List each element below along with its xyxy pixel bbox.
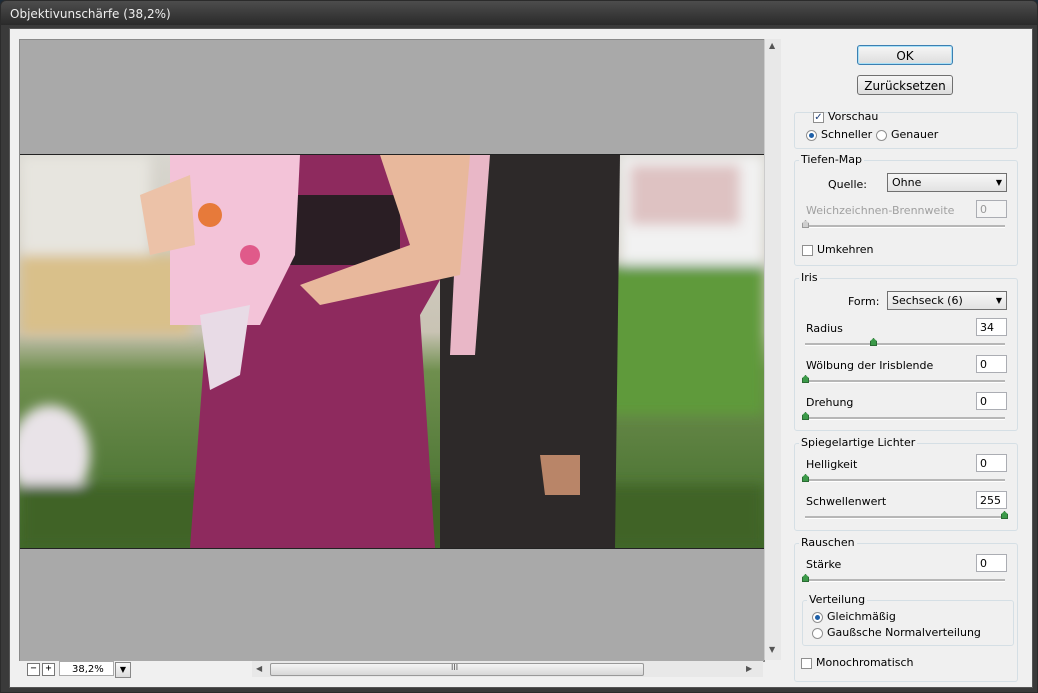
brightness-slider[interactable] <box>802 474 1005 482</box>
scroll-down-arrow-icon[interactable]: ▼ <box>769 645 775 654</box>
window-title: Objektivunschärfe (38,2%) <box>10 7 171 21</box>
preview-area[interactable] <box>19 39 765 662</box>
zoom-dropdown-icon[interactable]: ▼ <box>115 662 131 678</box>
reset-button[interactable]: Zurücksetzen <box>857 75 953 95</box>
curvature-input[interactable]: 0 <box>976 355 1007 373</box>
shape-select[interactable]: Sechseck (6) ▼ <box>887 291 1007 310</box>
chevron-down-icon: ▼ <box>995 296 1002 305</box>
monochrome-checkbox[interactable] <box>801 658 812 669</box>
shape-label: Form: <box>848 295 880 308</box>
horizontal-scrollbar[interactable]: ◀ III ▶ <box>252 661 763 677</box>
uniform-radio-label: Gleichmäßig <box>827 610 896 623</box>
noise-group: Rauschen Stärke 0 Verteilung Gleichmäßig… <box>794 536 1018 682</box>
rotation-input[interactable]: 0 <box>976 392 1007 410</box>
accurate-radio[interactable] <box>876 130 887 141</box>
brightness-label: Helligkeit <box>806 458 858 471</box>
amount-slider[interactable] <box>802 574 1005 582</box>
radius-input[interactable]: 34 <box>976 318 1007 336</box>
source-label: Quelle: <box>828 178 867 191</box>
blur-focal-input[interactable]: 0 <box>976 200 1007 218</box>
distribution-title: Verteilung <box>807 593 868 606</box>
iris-group: Iris Form: Sechseck (6) ▼ Radius 34 Wölb… <box>794 271 1018 431</box>
blur-focal-slider[interactable] <box>802 220 1005 228</box>
scroll-right-arrow-icon[interactable]: ▶ <box>746 664 752 673</box>
preview-options-group: ✓ Vorschau Schneller Genauer <box>794 110 1018 149</box>
invert-checkbox[interactable] <box>802 245 813 256</box>
zoom-level-field[interactable]: 38,2% <box>59 661 114 676</box>
fast-radio[interactable] <box>806 130 817 141</box>
rotation-slider[interactable] <box>802 412 1005 420</box>
zoom-bar: − + 38,2% ▼ <box>19 661 252 678</box>
invert-checkbox-label: Umkehren <box>817 243 874 256</box>
curvature-label: Wölbung der Irisblende <box>806 359 934 372</box>
brightness-input[interactable]: 0 <box>976 454 1007 472</box>
threshold-slider-thumb[interactable] <box>1001 511 1008 519</box>
source-select[interactable]: Ohne ▼ <box>887 173 1007 192</box>
radius-slider[interactable] <box>805 338 1005 346</box>
scroll-grip: III <box>451 663 459 672</box>
curvature-slider[interactable] <box>802 375 1005 383</box>
vertical-scrollbar[interactable]: ▲ ▼ <box>764 39 781 660</box>
dialog-body: ▲ ▼ − + 38,2% ▼ ◀ III ▶ OK Zurücksetzen … <box>9 28 1033 688</box>
specular-title: Spiegelartige Lichter <box>799 436 918 449</box>
specular-group: Spiegelartige Lichter Helligkeit 0 Schwe… <box>794 436 1018 531</box>
threshold-slider[interactable] <box>805 511 1008 519</box>
radius-label: Radius <box>806 322 843 335</box>
distribution-group: Verteilung Gleichmäßig Gaußsche Normalve… <box>802 593 1014 646</box>
depth-map-title: Tiefen-Map <box>799 153 864 166</box>
blur-focal-slider-thumb[interactable] <box>802 220 809 228</box>
rotation-slider-thumb[interactable] <box>802 412 809 420</box>
settings-panel: OK Zurücksetzen ✓ Vorschau Schneller Gen… <box>785 29 1032 687</box>
photo-illustration <box>20 155 764 548</box>
uniform-radio[interactable] <box>812 612 823 623</box>
iris-title: Iris <box>799 271 820 284</box>
chevron-down-icon: ▼ <box>995 178 1002 187</box>
ok-button[interactable]: OK <box>857 45 953 65</box>
scroll-thumb[interactable]: III <box>270 663 644 676</box>
scroll-up-arrow-icon[interactable]: ▲ <box>769 41 775 50</box>
amount-input[interactable]: 0 <box>976 554 1007 572</box>
rotation-label: Drehung <box>806 396 854 409</box>
scroll-left-arrow-icon[interactable]: ◀ <box>256 664 262 673</box>
preview-checkbox-label: Vorschau <box>828 110 879 123</box>
shape-select-value: Sechseck (6) <box>892 294 963 307</box>
source-select-value: Ohne <box>892 176 922 189</box>
gaussian-radio[interactable] <box>812 628 823 639</box>
threshold-label: Schwellenwert <box>806 495 887 508</box>
gaussian-radio-label: Gaußsche Normalverteilung <box>827 626 981 639</box>
zoom-in-button[interactable]: + <box>42 663 55 676</box>
noise-title: Rauschen <box>799 536 857 549</box>
dialog-window: Objektivunschärfe (38,2%) ▲ ▼ − + 38,2% … <box>0 0 1038 693</box>
radius-slider-thumb[interactable] <box>870 338 877 346</box>
preview-image <box>20 154 764 549</box>
accurate-radio-label: Genauer <box>891 128 939 141</box>
threshold-input[interactable]: 255 <box>976 491 1007 509</box>
preview-checkbox[interactable]: ✓ <box>813 112 824 123</box>
monochrome-checkbox-label: Monochromatisch <box>816 656 914 669</box>
brightness-slider-thumb[interactable] <box>802 474 809 482</box>
curvature-slider-thumb[interactable] <box>802 375 809 383</box>
amount-slider-thumb[interactable] <box>802 574 809 582</box>
zoom-out-button[interactable]: − <box>27 663 40 676</box>
depth-map-group: Tiefen-Map Quelle: Ohne ▼ Weichzeichnen-… <box>794 153 1018 266</box>
fast-radio-label: Schneller <box>821 128 873 141</box>
amount-label: Stärke <box>806 558 842 571</box>
title-bar[interactable]: Objektivunschärfe (38,2%) <box>1 1 1037 27</box>
blur-focal-label: Weichzeichnen-Brennweite <box>806 204 955 217</box>
